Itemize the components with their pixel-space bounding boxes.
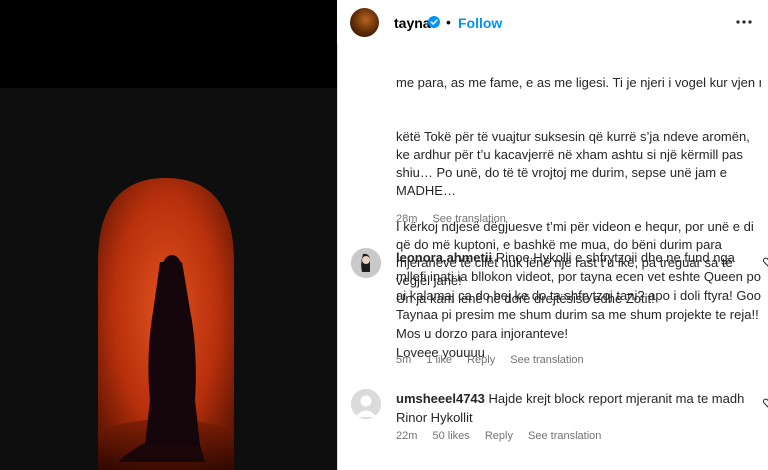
- comment-username[interactable]: umsheeel4743: [396, 391, 485, 406]
- comment-text: Rinoe Hykolli e shfrytzoii dhe ne fund n…: [396, 250, 761, 360]
- caption-first-line: me para, as me fame, e as me ligesi. Ti …: [396, 75, 761, 90]
- comment-body-1: leonora.ahmetii Rinoe Hykolli e shfrytzo…: [396, 248, 761, 362]
- post-username[interactable]: tayna: [394, 15, 431, 31]
- avatar-photo: [351, 248, 381, 278]
- more-options-icon[interactable]: [732, 13, 756, 31]
- comment-body-2: umsheeel4743 Hajde krejt block report mj…: [396, 389, 761, 427]
- comment-see-translation[interactable]: See translation: [528, 430, 601, 442]
- avatar[interactable]: [351, 389, 381, 419]
- default-avatar-icon: [351, 389, 381, 419]
- comment-likes[interactable]: 1 like: [426, 354, 452, 366]
- post-image: [0, 0, 337, 470]
- heart-icon[interactable]: [763, 398, 768, 408]
- caption-time[interactable]: 28m: [396, 213, 417, 225]
- avatar[interactable]: [350, 8, 379, 37]
- comment-username[interactable]: leonora.ahmetii: [396, 250, 492, 265]
- heart-icon[interactable]: [763, 257, 768, 267]
- post-media[interactable]: [0, 0, 337, 470]
- caption-see-translation[interactable]: See translation: [432, 213, 505, 225]
- comment-see-translation[interactable]: See translation: [510, 354, 583, 366]
- separator-dot: •: [446, 14, 451, 30]
- comment-reply-button[interactable]: Reply: [467, 354, 495, 366]
- post-header: tayna • Follow: [337, 0, 768, 44]
- post-side-panel: me para, as me fame, e as me ligesi. Ti …: [337, 0, 768, 470]
- comment-likes[interactable]: 50 likes: [432, 430, 469, 442]
- comment-time[interactable]: 5m: [396, 354, 411, 366]
- comment-meta-2: 22m 50 likes Reply See translation: [396, 430, 613, 442]
- verified-badge-icon: [428, 16, 440, 28]
- follow-button[interactable]: Follow: [458, 15, 502, 31]
- avatar[interactable]: [351, 248, 381, 278]
- panel-divider: [337, 0, 338, 470]
- comment-time[interactable]: 22m: [396, 430, 417, 442]
- caption-meta: 28m See translation: [396, 213, 518, 225]
- comment-meta-1: 5m 1 like Reply See translation: [396, 354, 596, 366]
- comment-reply-button[interactable]: Reply: [485, 430, 513, 442]
